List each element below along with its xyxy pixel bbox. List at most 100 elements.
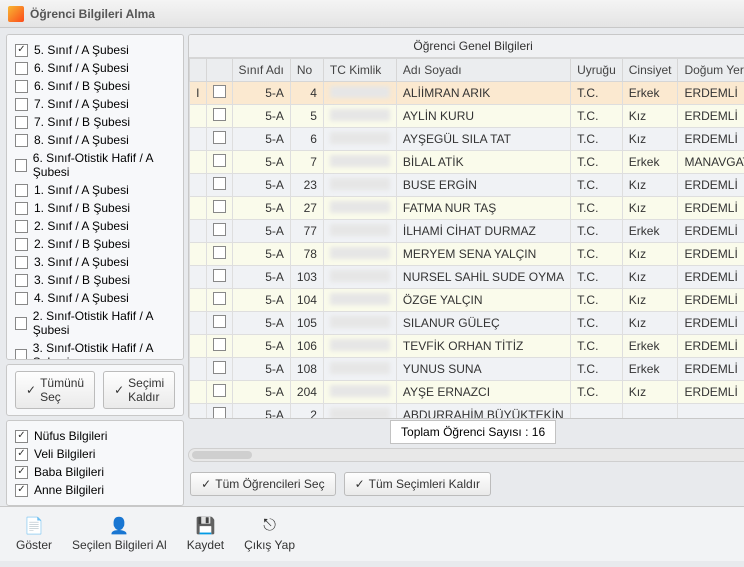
row-checkbox[interactable] — [206, 404, 232, 419]
cell-ad: ALİİMRAN ARIK — [396, 82, 570, 105]
cell-no: 5 — [290, 105, 323, 128]
table-row[interactable]: I5-A4ALİİMRAN ARIKT.C.ErkekERDEMLİ — [190, 82, 744, 105]
table-row[interactable]: 5-A2ABDURRAHİM BÜYÜKTEKİN — [190, 404, 744, 419]
table-row[interactable]: 5-A6AYŞEGÜL SILA TATT.C.KızERDEMLİ — [190, 128, 744, 151]
cell-uyruk: T.C. — [571, 289, 623, 312]
cell-ad: AYŞEGÜL SILA TAT — [396, 128, 570, 151]
class-item[interactable]: 1. Sınıf / A Şubesi — [15, 181, 175, 199]
select-all-classes-button[interactable]: ✓Tümünü Seç — [15, 371, 95, 409]
table-row[interactable]: 5-A78MERYEM SENA YALÇINT.C.KızERDEMLİ — [190, 243, 744, 266]
class-item[interactable]: 2. Sınıf / A Şubesi — [15, 217, 175, 235]
row-checkbox[interactable] — [206, 151, 232, 174]
table-row[interactable]: 5-A23BUSE ERGİNT.C.KızERDEMLİ — [190, 174, 744, 197]
checkbox-icon — [15, 134, 28, 147]
row-checkbox[interactable] — [206, 105, 232, 128]
row-checkbox[interactable] — [206, 266, 232, 289]
cell-dogum: ERDEMLİ — [678, 197, 744, 220]
cell-tc — [323, 243, 396, 266]
col-no[interactable]: No — [290, 59, 323, 82]
class-item[interactable]: 8. Sınıf / A Şubesi — [15, 131, 175, 149]
row-checkbox[interactable] — [206, 243, 232, 266]
col-cinsiyet[interactable]: Cinsiyet — [622, 59, 678, 82]
info-option[interactable]: ✓Baba Bilgileri — [15, 463, 175, 481]
class-item[interactable]: 7. Sınıf / B Şubesi — [15, 113, 175, 131]
class-item[interactable]: 3. Sınıf / B Şubesi — [15, 271, 175, 289]
checkbox-icon — [15, 349, 27, 361]
table-row[interactable]: 5-A77İLHAMİ CİHAT DURMAZT.C.ErkekERDEMLİ — [190, 220, 744, 243]
row-checkbox[interactable] — [206, 128, 232, 151]
class-item[interactable]: 6. Sınıf / B Şubesi — [15, 77, 175, 95]
cell-uyruk: T.C. — [571, 105, 623, 128]
deselect-all-students-button[interactable]: ✓Tüm Seçimleri Kaldır — [344, 472, 491, 496]
cell-uyruk: T.C. — [571, 220, 623, 243]
checkbox-icon — [15, 256, 28, 269]
row-checkbox[interactable] — [206, 82, 232, 105]
row-checkbox[interactable] — [206, 174, 232, 197]
class-item[interactable]: 2. Sınıf-Otistik Hafif / A Şubesi — [15, 307, 175, 339]
cell-dogum: ERDEMLİ — [678, 358, 744, 381]
al-button[interactable]: 👤Seçilen Bilgileri Al — [68, 514, 171, 554]
table-row[interactable]: 5-A27FATMA NUR TAŞT.C.KızERDEMLİ — [190, 197, 744, 220]
cell-no: 7 — [290, 151, 323, 174]
class-item[interactable]: 6. Sınıf / A Şubesi — [15, 59, 175, 77]
col-indicator — [190, 59, 206, 82]
student-grid-panel: Öğrenci Genel Bilgileri Sınıf Adı No TC … — [188, 34, 744, 419]
row-checkbox[interactable] — [206, 197, 232, 220]
class-item[interactable]: 3. Sınıf-Otistik Hafif / A Şubesi — [15, 339, 175, 360]
class-item[interactable]: ✓5. Sınıf / A Şubesi — [15, 41, 175, 59]
cell-cinsiyet: Kız — [622, 128, 678, 151]
cell-cinsiyet: Kız — [622, 197, 678, 220]
deselect-classes-button[interactable]: ✓Seçimi Kaldır — [103, 371, 175, 409]
cell-sinif: 5-A — [232, 151, 290, 174]
col-dogum[interactable]: Doğum Yeri — [678, 59, 744, 82]
class-item[interactable]: 3. Sınıf / A Şubesi — [15, 253, 175, 271]
col-uyruk[interactable]: Uyruğu — [571, 59, 623, 82]
class-label: 1. Sınıf / B Şubesi — [34, 201, 130, 215]
row-checkbox[interactable] — [206, 220, 232, 243]
info-option[interactable]: ✓Nüfus Bilgileri — [15, 427, 175, 445]
horizontal-scrollbar[interactable] — [188, 448, 744, 462]
cell-ad: AYŞE ERNAZCI — [396, 381, 570, 404]
class-label: 3. Sınıf / A Şubesi — [34, 255, 129, 269]
col-ad[interactable]: Adı Soyadı — [396, 59, 570, 82]
cell-ad: MERYEM SENA YALÇIN — [396, 243, 570, 266]
row-checkbox[interactable] — [206, 335, 232, 358]
cell-uyruk: T.C. — [571, 358, 623, 381]
col-tc[interactable]: TC Kimlik — [323, 59, 396, 82]
checkbox-icon: ✓ — [15, 484, 28, 497]
row-checkbox[interactable] — [206, 381, 232, 404]
row-checkbox[interactable] — [206, 312, 232, 335]
table-row[interactable]: 5-A103NURSEL SAHİL SUDE OYMAT.C.KızERDEM… — [190, 266, 744, 289]
table-row[interactable]: 5-A104ÖZGE YALÇINT.C.KızERDEMLİ — [190, 289, 744, 312]
cell-dogum: ERDEMLİ — [678, 312, 744, 335]
class-item[interactable]: 2. Sınıf / B Şubesi — [15, 235, 175, 253]
cell-sinif: 5-A — [232, 404, 290, 419]
table-row[interactable]: 5-A105SILANUR GÜLEÇT.C.KızERDEMLİ — [190, 312, 744, 335]
row-checkbox[interactable] — [206, 358, 232, 381]
class-list-panel: ✓5. Sınıf / A Şubesi6. Sınıf / A Şubesi6… — [6, 34, 184, 360]
table-row[interactable]: 5-A204AYŞE ERNAZCIT.C.KızERDEMLİ — [190, 381, 744, 404]
table-row[interactable]: 5-A5AYLİN KURUT.C.KızERDEMLİ — [190, 105, 744, 128]
class-item[interactable]: 4. Sınıf / A Şubesi — [15, 289, 175, 307]
cell-sinif: 5-A — [232, 197, 290, 220]
kaydet-button[interactable]: 💾Kaydet — [183, 514, 228, 554]
class-item[interactable]: 7. Sınıf / A Şubesi — [15, 95, 175, 113]
grid-scroll[interactable]: Sınıf Adı No TC Kimlik Adı Soyadı Uyruğu… — [189, 58, 744, 418]
info-option[interactable]: ✓Veli Bilgileri — [15, 445, 175, 463]
class-item[interactable]: 6. Sınıf-Otistik Hafif / A Şubesi — [15, 149, 175, 181]
cikis-button[interactable]: ⎋Çıkış Yap — [240, 514, 299, 554]
cell-sinif: 5-A — [232, 82, 290, 105]
class-item[interactable]: 1. Sınıf / B Şubesi — [15, 199, 175, 217]
table-row[interactable]: 5-A108YUNUS SUNAT.C.ErkekERDEMLİ — [190, 358, 744, 381]
goster-button[interactable]: 📄Göster — [12, 514, 56, 554]
row-checkbox[interactable] — [206, 289, 232, 312]
info-option[interactable]: ✓Anne Bilgileri — [15, 481, 175, 499]
row-indicator — [190, 358, 206, 381]
table-row[interactable]: 5-A7BİLAL ATİKT.C.ErkekMANAVGAT — [190, 151, 744, 174]
select-all-students-button[interactable]: ✓Tüm Öğrencileri Seç — [190, 472, 335, 496]
table-row[interactable]: 5-A106TEVFİK ORHAN TİTİZT.C.ErkekERDEMLİ — [190, 335, 744, 358]
col-sinif[interactable]: Sınıf Adı — [232, 59, 290, 82]
cell-sinif: 5-A — [232, 312, 290, 335]
row-indicator — [190, 197, 206, 220]
cell-cinsiyet: Erkek — [622, 82, 678, 105]
